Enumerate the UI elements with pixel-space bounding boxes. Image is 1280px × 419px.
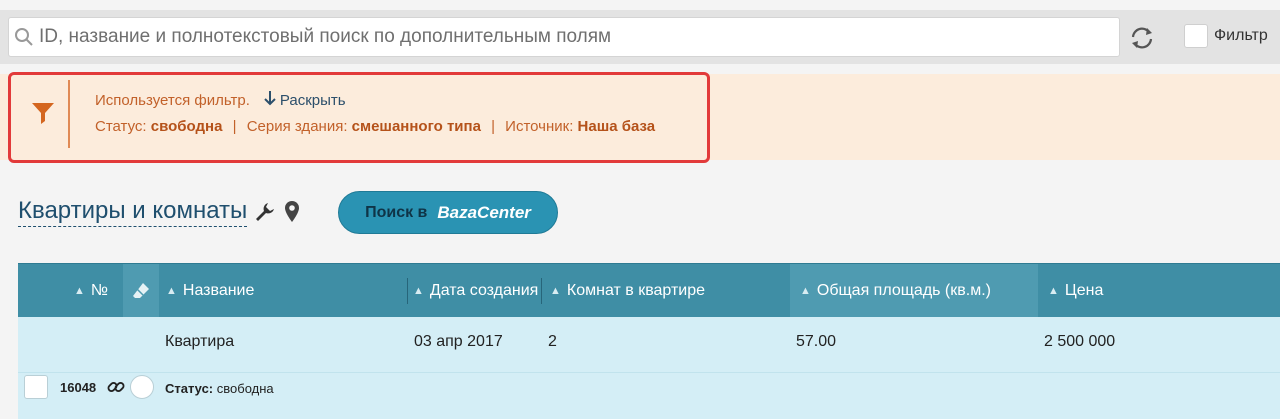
- search-bazacenter-button[interactable]: Поиск в BazaCenter: [338, 191, 558, 234]
- sort-arrow-icon: ▲: [166, 285, 177, 297]
- filter-criteria: Статус: свободна | Серия здания: смешанн…: [95, 118, 655, 135]
- table-row[interactable]: Квартира 03 апр 2017 2 57.00 2 500 000 1…: [18, 317, 1280, 419]
- cell-price: 2 500 000: [1044, 333, 1116, 350]
- column-header-label: Общая площадь (кв.м.): [816, 282, 991, 299]
- cell-date: 03 апр 2017: [414, 333, 503, 350]
- link-icon[interactable]: [106, 377, 126, 402]
- row-status-value: свободна: [216, 381, 274, 396]
- funnel-icon: [30, 100, 56, 126]
- criterion-label: Серия здания:: [246, 118, 348, 135]
- column-separator[interactable]: [541, 278, 542, 304]
- table-header: ▲ № ▲ Название ▲ Дата создания ▲ Комнат …: [18, 263, 1280, 318]
- column-header-date[interactable]: ▲ Дата создания: [413, 264, 540, 318]
- criterion-value: смешанного типа: [351, 118, 481, 135]
- row-marker-circle[interactable]: [130, 375, 154, 399]
- sort-arrow-icon: ▲: [413, 285, 424, 297]
- row-id: 16048: [60, 380, 97, 395]
- location-pin-icon[interactable]: [283, 200, 301, 224]
- column-header-label: Дата создания: [429, 282, 539, 299]
- row-divider: [18, 372, 1280, 373]
- sort-arrow-icon: ▲: [550, 285, 561, 297]
- cell-rooms: 2: [548, 333, 557, 350]
- criterion-value: Наша база: [577, 118, 656, 135]
- column-header-price[interactable]: ▲ Цена: [1048, 264, 1280, 318]
- arrow-down-icon: [264, 90, 276, 110]
- filter-notice: Используется фильтр.: [95, 91, 250, 109]
- row-select-checkbox[interactable]: [24, 375, 48, 399]
- sort-arrow-icon: ▲: [800, 285, 811, 297]
- eraser-icon[interactable]: [123, 264, 159, 318]
- filter-checkbox[interactable]: [1184, 24, 1208, 48]
- cell-area: 57.00: [796, 333, 837, 350]
- refresh-icon[interactable]: [1126, 22, 1158, 54]
- criterion-separator: |: [232, 118, 237, 135]
- search-icon: [9, 17, 39, 57]
- filter-divider: [68, 80, 70, 148]
- column-header-name[interactable]: ▲ Название: [166, 264, 402, 318]
- row-status-label: Статус:: [165, 381, 214, 396]
- criterion-label: Статус:: [95, 118, 147, 135]
- wrench-icon[interactable]: [253, 200, 277, 224]
- column-header-label: Цена: [1064, 282, 1104, 299]
- search-button-prefix: Поиск в: [365, 203, 428, 221]
- column-separator[interactable]: [407, 278, 408, 304]
- criterion-label: Источник:: [505, 118, 574, 135]
- column-header-label: Комнат в квартире: [566, 282, 706, 299]
- column-header-area[interactable]: ▲ Общая площадь (кв.м.): [790, 264, 1038, 318]
- expand-filter-label: Раскрыть: [279, 91, 346, 109]
- filter-toggle[interactable]: Фильтр: [1184, 24, 1268, 48]
- row-status: Статус: свободна: [165, 381, 274, 396]
- page-title[interactable]: Квартиры и комнаты: [18, 196, 248, 227]
- filter-label: Фильтр: [1214, 27, 1268, 44]
- cell-name: Квартира: [165, 333, 235, 350]
- filter-notice-line: Используется фильтр. Раскрыть: [95, 90, 346, 110]
- column-header-label: №: [90, 282, 109, 299]
- criterion-separator: |: [491, 118, 495, 135]
- column-header-label: Название: [182, 282, 255, 299]
- title-row: Квартиры и комнаты: [18, 196, 301, 227]
- column-header-rooms[interactable]: ▲ Комнат в квартире: [550, 264, 790, 318]
- expand-filter-link[interactable]: Раскрыть: [264, 90, 346, 110]
- sort-arrow-icon: ▲: [74, 285, 85, 297]
- criterion-value: свободна: [150, 118, 223, 135]
- search-input[interactable]: [39, 18, 1119, 56]
- sort-arrow-icon: ▲: [1048, 285, 1059, 297]
- search-box[interactable]: [8, 17, 1120, 57]
- search-button-brand: BazaCenter: [437, 202, 531, 222]
